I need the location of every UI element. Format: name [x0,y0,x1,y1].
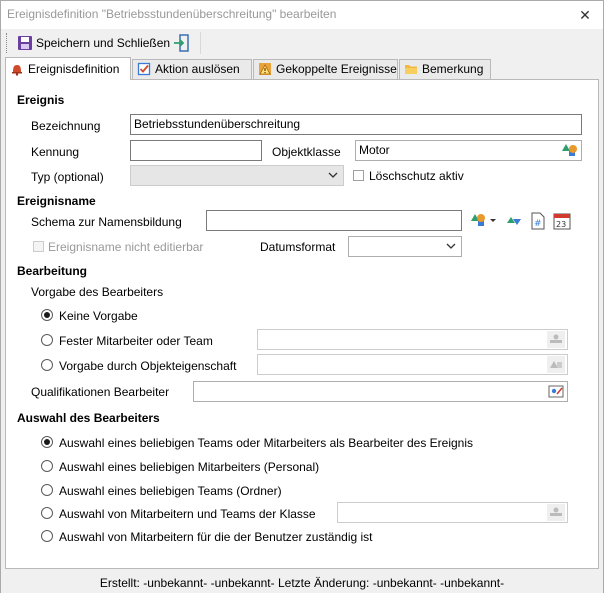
section-auswahl: Auswahl des Bearbeiters [17,411,160,425]
person-picker-icon [550,334,562,343]
radio-fester-mitarbeiter[interactable] [41,334,53,346]
save-and-close-button[interactable]: Speichern und Schließen [14,32,174,54]
tab-gekoppelte-ereignisse[interactable]: Gekoppelte Ereignisse [253,59,398,79]
arrows-icon [507,217,521,225]
bezeichnung-input[interactable]: Betriebsstundenüberschreitung [130,114,582,135]
radio-auswahl-klasse-label: Auswahl von Mitarbeitern und Teams der K… [59,507,316,521]
vorgabe-label: Vorgabe des Bearbeiters [31,285,164,299]
fester-mitarbeiter-field[interactable] [257,329,568,350]
datumsformat-label: Datumsformat [260,240,336,254]
number-document-icon: # [531,212,545,230]
qualifikationen-label: Qualifikationen Bearbeiter [31,385,170,399]
radio-vorgabe-objekteigenschaft-label: Vorgabe durch Objekteigenschaft [59,359,237,373]
klasse-picker-button[interactable] [547,504,565,521]
typ-select[interactable] [130,165,344,186]
checkbox-icon [137,62,151,76]
folder-icon [405,65,417,74]
radio-auswahl-teams-oder-mitarbeiter[interactable] [41,436,53,448]
objektklasse-label: Objektklasse [272,145,341,159]
tab-panel-ereignisdefinition: Ereignis Bezeichnung Betriebsstundenüber… [5,79,599,569]
tab-aktion-ausloesen[interactable]: Aktion auslösen [132,59,252,79]
nicht-editierbar-checkbox[interactable] [33,241,44,252]
qualifikationen-field[interactable] [193,381,568,402]
tab-bemerkung[interactable]: Bemerkung [399,59,491,79]
datumsformat-select[interactable] [348,236,462,257]
qualifikationen-picker-button[interactable] [547,383,565,400]
objektklasse-picker-button[interactable] [561,142,579,159]
shapes-icon [562,144,577,156]
warning-icon [259,63,271,75]
property-picker-icon [550,361,562,368]
tab-ereignisdefinition[interactable]: Ereignisdefinition [5,57,131,80]
loeschschutz-checkbox[interactable] [353,170,364,181]
save-and-close-label: Speichern und Schließen [36,36,171,50]
insert-date-button[interactable]: 23 [552,211,572,231]
insert-sort-button[interactable] [504,211,524,231]
radio-auswahl-zustaendig-label: Auswahl von Mitarbeitern für die der Ben… [59,530,373,544]
chevron-down-icon [446,241,456,251]
calendar-day: 23 [556,220,566,229]
objekteigenschaft-picker-button[interactable] [547,356,565,373]
radio-auswahl-mitarbeiter-label: Auswahl eines beliebigen Mitarbeiters (P… [59,460,320,474]
dialog-window: Ereignisdefinition "Betriebsstundenübers… [0,0,604,593]
exit-button[interactable] [171,32,193,54]
exit-door-icon [174,34,189,52]
tab-label: Bemerkung [422,62,484,76]
window-title: Ereignisdefinition "Betriebsstundenübers… [7,7,337,21]
radio-auswahl-teams-oder-mitarbeiter-label: Auswahl eines beliebigen Teams oder Mita… [59,436,473,450]
toolbar-separator [200,32,206,54]
fester-mitarbeiter-picker-button[interactable] [547,331,565,348]
tab-label: Aktion auslösen [155,62,240,76]
radio-auswahl-teams-label: Auswahl eines beliebigen Teams (Ordner) [59,484,282,498]
radio-auswahl-zustaendig[interactable] [41,530,53,542]
radio-auswahl-klasse[interactable] [41,507,53,519]
qualification-picker-icon [548,385,564,398]
objektklasse-field[interactable]: Motor [355,140,582,161]
insert-number-button[interactable]: # [528,211,548,231]
calendar-icon: 23 [553,213,571,230]
close-button[interactable]: ✕ [573,4,597,26]
radio-vorgabe-objekteigenschaft[interactable] [41,359,53,371]
chevron-down-icon [328,170,338,180]
floppy-disk-icon [18,36,32,50]
person-picker-icon [550,507,562,516]
loeschschutz-label: Löschschutz aktiv [369,169,464,183]
nicht-editierbar-label: Ereignisname nicht editierbar [48,240,204,254]
bell-icon [12,65,22,76]
radio-keine-vorgabe[interactable] [41,309,53,321]
radio-auswahl-mitarbeiter[interactable] [41,460,53,472]
svg-text:#: # [534,219,542,229]
radio-keine-vorgabe-label: Keine Vorgabe [59,309,138,323]
section-ereignisname: Ereignisname [17,194,96,208]
schema-input[interactable] [206,210,462,231]
radio-auswahl-teams[interactable] [41,484,53,496]
title-bar: Ereignisdefinition "Betriebsstundenübers… [1,1,603,29]
kennung-label: Kennung [31,145,80,159]
toolbar-grip[interactable] [6,33,9,53]
radio-fester-mitarbeiter-label: Fester Mitarbeiter oder Team [59,334,213,348]
objekteigenschaft-field[interactable] [257,354,568,375]
schema-label: Schema zur Namensbildung [31,215,182,229]
section-bearbeitung: Bearbeitung [17,264,88,278]
section-ereignis: Ereignis [17,93,65,107]
shapes-icon [471,214,496,226]
tab-label: Ereignisdefinition [28,62,120,76]
objektklasse-value: Motor [359,143,390,157]
status-bar: Erstellt: -unbekannt- -unbekannt- Letzte… [1,573,603,593]
bezeichnung-label: Bezeichnung [31,119,101,133]
tab-label: Gekoppelte Ereignisse [276,62,397,76]
insert-shape-dropdown-button[interactable] [470,211,498,231]
toolbar: Speichern und Schließen [1,29,603,57]
kennung-input[interactable] [130,140,262,161]
typ-label: Typ (optional) [31,170,104,184]
klasse-field[interactable] [337,502,568,523]
